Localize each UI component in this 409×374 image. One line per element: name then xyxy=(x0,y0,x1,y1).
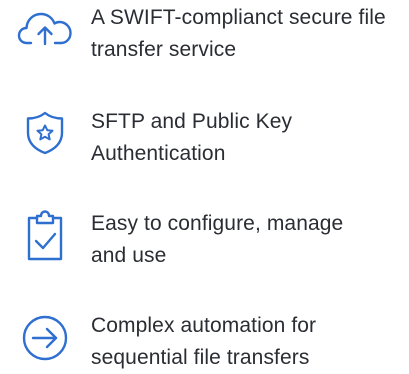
shield-star-icon xyxy=(14,111,76,155)
cloud-upload-icon xyxy=(14,11,76,46)
feature-text: Complex automation for sequential file t… xyxy=(91,310,401,374)
feature-line-2: and use xyxy=(91,244,167,267)
feature-line-1: Complex automation for xyxy=(91,314,317,337)
feature-line-2: transfer service xyxy=(91,38,237,61)
feature-line-1: SFTP and Public Key xyxy=(91,110,293,133)
feature-line-2: Authentication xyxy=(91,142,226,165)
feature-text: Easy to configure, manage and use xyxy=(91,208,401,272)
feature-line-1: A SWIFT-complianct secure file xyxy=(91,6,386,29)
feature-line-2: sequential file transfers xyxy=(91,346,310,369)
arrow-circle-right-icon xyxy=(14,315,76,361)
feature-text: SFTP and Public Key Authentication xyxy=(91,106,401,170)
feature-line-1: Easy to configure, manage xyxy=(91,212,344,235)
clipboard-check-icon xyxy=(14,210,76,262)
feature-text: A SWIFT-complianct secure file transfer … xyxy=(91,2,401,66)
